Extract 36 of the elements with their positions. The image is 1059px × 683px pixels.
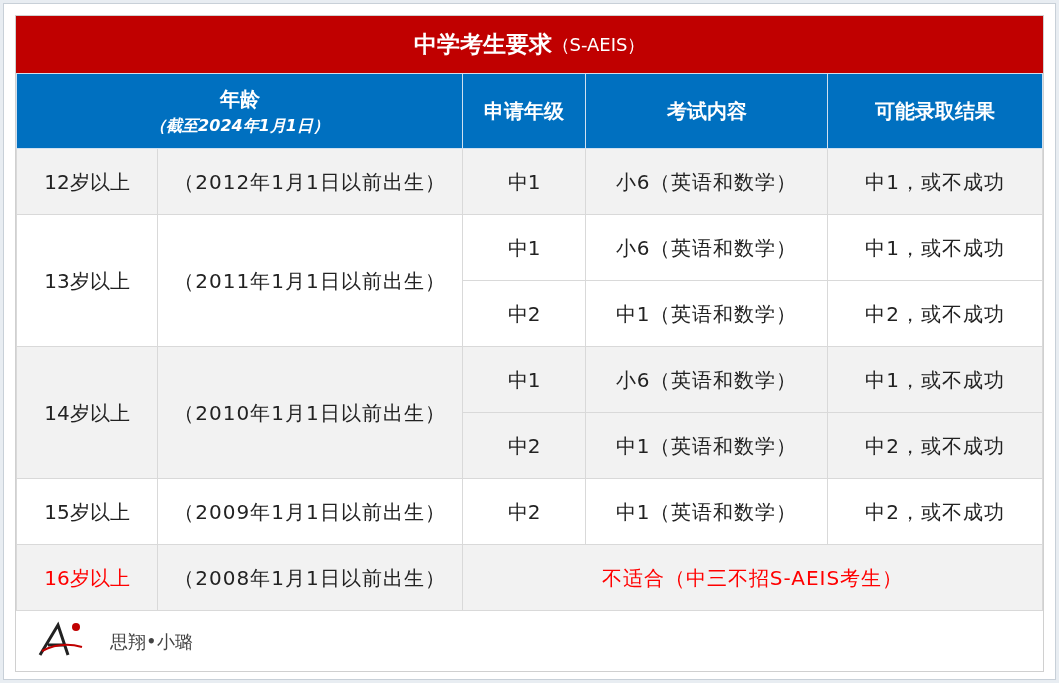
age-cell: 16岁以上 <box>16 544 158 611</box>
birth-date-cell: （2009年1月1日以前出生） <box>157 478 463 545</box>
grade-cell: 中2 <box>462 280 586 347</box>
birth-date-cell: （2008年1月1日以前出生） <box>157 544 463 611</box>
grade-cell: 中1 <box>462 346 586 413</box>
result-cell: 中2，或不成功 <box>827 280 1043 347</box>
age-cell: 13岁以上 <box>16 214 158 347</box>
exam-cell: 小6（英语和数学） <box>585 214 828 281</box>
result-cell: 中2，或不成功 <box>827 478 1043 545</box>
exam-cell: 小6（英语和数学） <box>585 346 828 413</box>
grade-cell: 中1 <box>462 214 586 281</box>
grade-cell: 中2 <box>462 412 586 479</box>
note-cell: 不适合（中三不招S-AEIS考生） <box>462 544 1043 611</box>
author-name: 思翔•小璐 <box>110 629 193 654</box>
header-cell: 可能录取结果 <box>827 73 1043 149</box>
exam-cell: 中1（英语和数学） <box>585 412 828 479</box>
birth-date-cell: （2011年1月1日以前出生） <box>157 214 463 347</box>
grade-cell: 中1 <box>462 148 586 215</box>
header-cell: 申请年级 <box>462 73 586 149</box>
result-cell: 中1，或不成功 <box>827 148 1043 215</box>
table-title: 中学考生要求（S-AEIS） <box>16 16 1043 73</box>
result-cell: 中2，或不成功 <box>827 412 1043 479</box>
age-cell: 12岁以上 <box>16 148 158 215</box>
age-cell: 15岁以上 <box>16 478 158 545</box>
grade-cell: 中2 <box>462 478 586 545</box>
exam-cell: 小6（英语和数学） <box>585 148 828 215</box>
exam-cell: 中1（英语和数学） <box>585 478 828 545</box>
result-cell: 中1，或不成功 <box>827 214 1043 281</box>
header-cell: 考试内容 <box>585 73 828 149</box>
exam-cell: 中1（英语和数学） <box>585 280 828 347</box>
result-cell: 中1，或不成功 <box>827 346 1043 413</box>
age-note: （截至2024年1月1日） <box>150 115 329 137</box>
age-heading: 年龄 <box>219 86 260 113</box>
birth-date-cell: （2010年1月1日以前出生） <box>157 346 463 479</box>
age-cell: 14岁以上 <box>16 346 158 479</box>
birth-date-cell: （2012年1月1日以前出生） <box>157 148 463 215</box>
